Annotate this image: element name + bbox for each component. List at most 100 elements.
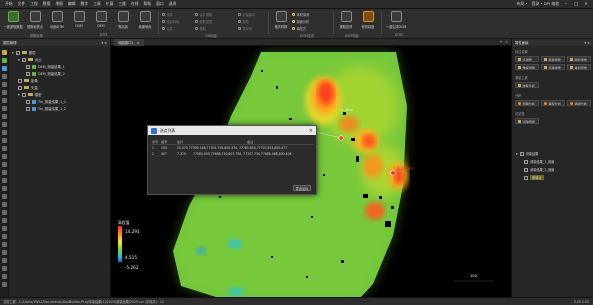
ribbon-ground-points-button[interactable]: 提取地表点 [24,11,46,29]
tree-item-dem-1[interactable]: ✓ DEM_测量结果_1 [12,63,110,70]
tab-close-icon[interactable]: × [137,41,140,45]
ribbon-resample[interactable]: 重采样 [238,26,252,31]
tree-item-tin-1[interactable]: Tin_测量结果_1_1 [12,98,110,105]
mesh-icon[interactable] [2,178,7,183]
checkbox[interactable] [524,175,528,180]
menu-help[interactable]: 帮助 [144,1,152,7]
expand-icon[interactable]: ▾ [18,93,20,97]
panel-pin-icon[interactable]: ▾ × [101,41,107,45]
menu-start[interactable]: 开始 [5,1,13,7]
tree-item-root[interactable]: ▾ ✓ 图层 [12,49,110,56]
export-icon[interactable] [2,274,7,279]
expand-icon[interactable]: ▾ [516,152,518,156]
ribbon-merge-raster[interactable]: 合并栅格 [195,12,212,17]
ribbon-register[interactable]: 配准 [238,19,249,24]
chevron-down-icon[interactable]: ▾ [500,40,502,44]
checkbox[interactable]: ✓ [519,151,524,156]
checkbox[interactable]: ✓ [524,159,528,164]
minimize-icon[interactable]: – [563,1,569,7]
cut-fill-analysis-button[interactable]: 填挖分析 [541,100,565,106]
ribbon-extract-boundary-button[interactable]: 提取边界 [335,11,357,29]
ribbon-extract[interactable]: 提取 [195,26,206,31]
ribbon-format-button[interactable]: 格式转换 [270,11,292,29]
ribbon-dtm-button[interactable]: 地面DTM [46,11,68,29]
point-measure-button[interactable]: 点测量 [515,56,539,62]
polygon-icon[interactable] [2,194,7,199]
scissors-icon[interactable] [2,130,7,135]
tab-map-window[interactable]: 地图窗口1 × [114,39,144,46]
volume-measure-button[interactable]: 体积测量 [567,64,591,70]
profile-analysis-button[interactable]: 剖面分析 [515,100,539,106]
ribbon-dem-button[interactable]: DEM [90,11,112,28]
checkbox[interactable] [18,85,22,90]
globe-icon[interactable] [2,138,7,143]
user-login[interactable]: 登录 • DPI 缩放 [532,1,559,7]
result-tree-item[interactable]: 测量点 [524,175,544,180]
checkbox[interactable] [26,99,30,104]
ribbon-modify-precision-button[interactable]: 修改精度 [357,11,379,29]
checkbox[interactable]: ✓ [524,167,528,172]
tree-item-pointcloud[interactable]: ▾ ✓ 点云 [12,56,110,63]
erase-icon[interactable] [2,266,7,271]
checkbox[interactable] [21,92,26,97]
menu-options[interactable]: 选项 [169,1,177,7]
height-measure-button[interactable]: 高程测量 [541,64,565,70]
result-tree-item[interactable]: ✓ 测量结果_2_剖面 [524,167,554,172]
clear-measure-button[interactable]: 清除测量 [515,118,539,124]
folder-icon[interactable] [2,50,7,55]
ribbon-merge[interactable]: 合并 [162,26,173,31]
angle-measure-button[interactable]: 角度测量 [515,64,539,70]
checkbox[interactable]: ✓ [26,71,30,76]
expand-icon[interactable]: ▾ [12,51,14,55]
layers-icon[interactable] [2,162,7,167]
ribbon-contour-button[interactable]: 等高线 [112,11,134,29]
ribbon-projection[interactable]: 投影 [162,12,173,17]
menu-tools[interactable]: 工具 [93,1,101,7]
ribbon-volume[interactable]: 体积量测 [292,12,309,17]
menu-digital[interactable]: 数字 [81,1,89,7]
move-icon[interactable] [2,218,7,223]
ruler-icon[interactable] [2,122,7,127]
layer-icon[interactable] [2,58,7,63]
ribbon-slope-button[interactable]: 坡度坡向 [134,11,156,29]
raster-icon[interactable] [2,66,7,71]
ribbon-split[interactable]: 分幅裁切 [238,12,255,17]
menu-data[interactable]: 数据 [43,1,51,7]
distance-measure-button[interactable]: 距离测量 [541,56,565,62]
tag-icon[interactable] [2,114,7,119]
ribbon-dsm-button[interactable]: DSM [68,11,90,28]
filter-icon[interactable] [2,106,7,111]
pan-icon[interactable] [2,242,7,247]
tree-item-model[interactable]: ▾ 模型 [12,91,110,98]
rotate-icon[interactable] [2,226,7,231]
chart-icon[interactable] [2,98,7,103]
vector-icon[interactable] [2,74,7,79]
grid-icon[interactable] [2,82,7,87]
settings-icon[interactable] [2,282,7,287]
ribbon-projection-convert[interactable]: 投影转换 [162,19,179,24]
zoom-icon[interactable] [2,234,7,239]
menu-3d[interactable]: 三维 [118,1,126,7]
tree-item-dem-2[interactable]: ✓ DEM_测量结果_2 [12,70,110,77]
visibility-analysis-button[interactable]: 通视分析 [567,100,591,106]
menu-project[interactable]: 工程 [30,1,38,7]
panel-pin-icon[interactable]: ▾ × [584,41,590,45]
menu-map[interactable]: 地图 [55,1,63,7]
dialog-titlebar[interactable]: 选点列表 × [148,126,316,135]
checkbox[interactable]: ✓ [26,64,30,69]
table-icon[interactable] [2,90,7,95]
menu-extend[interactable]: 扩展 [106,1,114,7]
cube-icon[interactable] [2,154,7,159]
layout-menu[interactable]: 布局 • [517,1,528,7]
ribbon-cut-fill[interactable]: 填挖方 [292,26,306,31]
slope-analysis-button[interactable]: 坡度分析 [515,82,539,88]
result-tree-root[interactable]: ▾ ✓ 测量结果 [516,151,538,156]
tree-item-imagery[interactable]: 影像 [12,77,110,84]
dialog-close-icon[interactable]: × [309,128,313,134]
line-icon[interactable] [2,186,7,191]
ribbon-profile[interactable]: 剖面分析 [292,19,309,24]
ribbon-extract-data-button[interactable]: 一键提取数据 [2,11,24,29]
area-measure-button[interactable]: 面积测量 [567,56,591,62]
menu-online[interactable]: 在线 [131,1,139,7]
checkbox[interactable]: ✓ [21,57,26,62]
